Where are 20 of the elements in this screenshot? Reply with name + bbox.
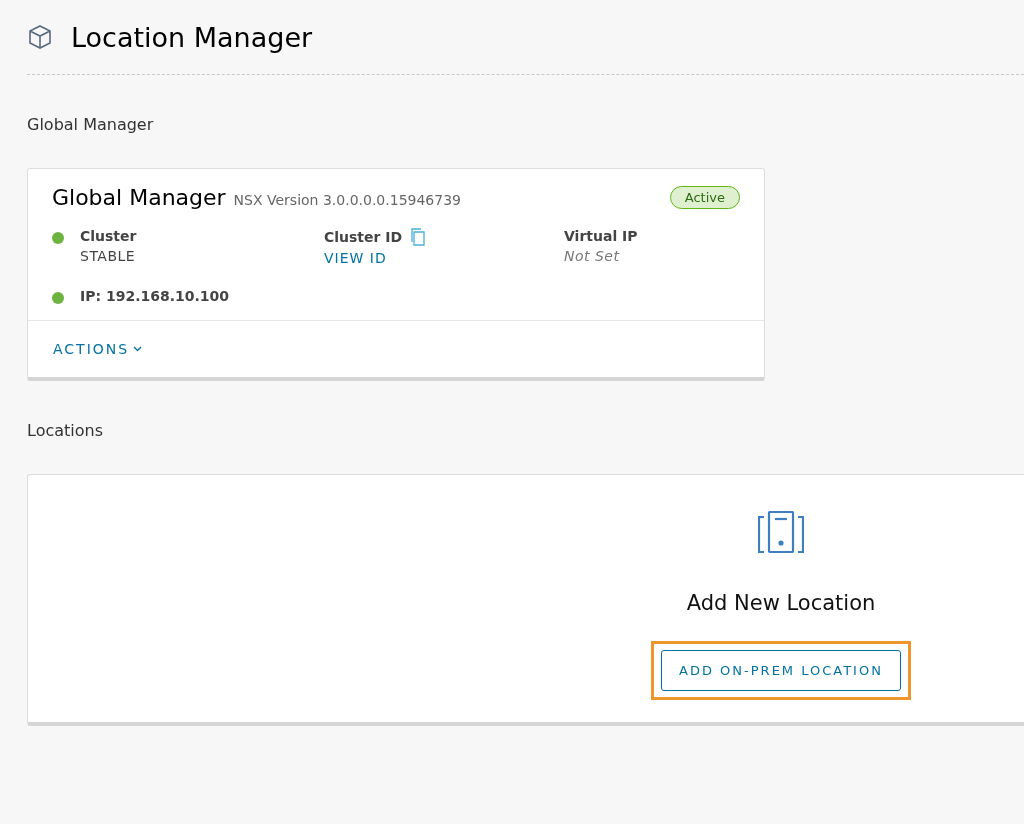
actions-dropdown[interactable]: ACTIONS — [53, 341, 143, 357]
section-title: Global Manager — [27, 115, 155, 134]
empty-state-title: Add New Location — [686, 591, 876, 615]
virtual-ip-value: Not Set — [564, 248, 621, 264]
cube-icon — [27, 24, 53, 50]
version-text: NSX Version 3.0.0.0.0.15946739 — [233, 191, 461, 208]
section-title: Locations — [27, 421, 104, 440]
view-id-link[interactable]: VIEW ID — [324, 250, 564, 266]
server-icon — [758, 511, 804, 553]
ip-address: IP: 192.168.10.100 — [80, 288, 230, 304]
cluster-label: Cluster — [80, 228, 137, 244]
page-title: Location Manager — [71, 21, 313, 53]
add-location-button[interactable]: ADD ON-PREM LOCATION — [661, 650, 901, 691]
cluster-status: STABLE — [80, 248, 137, 264]
card-title: Global Manager — [52, 185, 226, 210]
status-badge: Active — [669, 186, 740, 209]
cluster-id-label: Cluster ID — [324, 229, 403, 245]
chevron-down-icon — [133, 346, 143, 352]
virtual-ip-label: Virtual IP — [564, 228, 639, 244]
copy-icon[interactable] — [410, 228, 427, 246]
